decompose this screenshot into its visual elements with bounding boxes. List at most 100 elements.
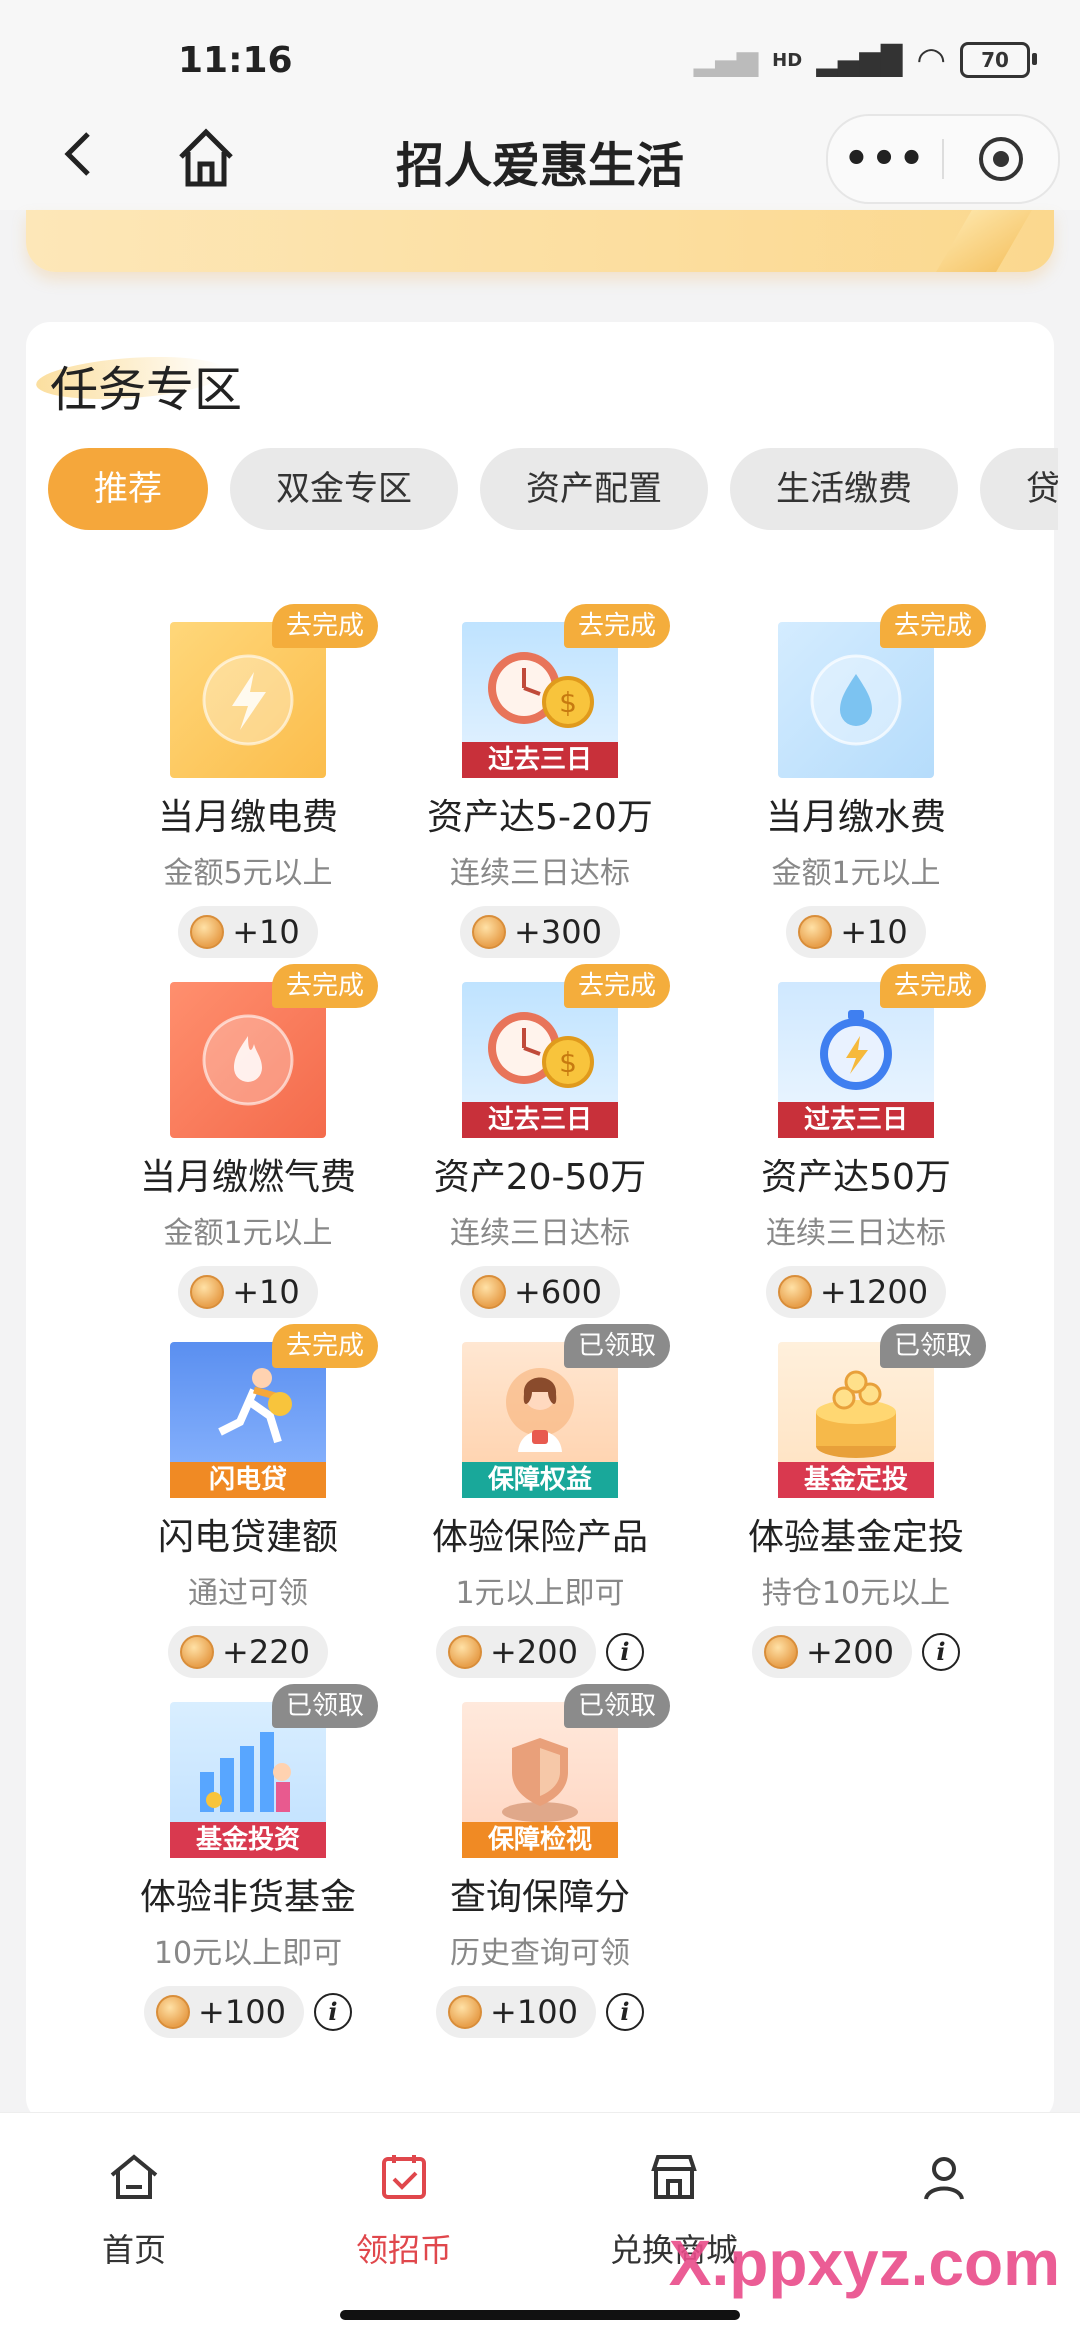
- task-ribbon: 基金定投: [778, 1462, 934, 1498]
- task-item[interactable]: 去完成 当月缴电费 金额5元以上 +10: [88, 604, 408, 958]
- info-icon[interactable]: i: [605, 1633, 644, 1671]
- info-icon[interactable]: i: [313, 1993, 352, 2031]
- task-thumbnail: $ 过去三日 去完成: [462, 964, 670, 1138]
- task-item[interactable]: 过去三日 去完成 资产达50万 连续三日达标 +1200: [696, 964, 1016, 1318]
- task-name: 体验非货基金: [139, 1877, 356, 1918]
- tabbar-coins-label: 领招币: [355, 2231, 452, 2269]
- task-condition: 持仓10元以上: [761, 1576, 951, 1611]
- task-item[interactable]: 去完成 当月缴燃气费 金额1元以上 +10: [88, 964, 408, 1318]
- task-name: 当月缴燃气费: [139, 1157, 356, 1198]
- promo-banner[interactable]: [26, 210, 1054, 272]
- reward-pill: +220: [168, 1626, 328, 1678]
- tabbar-home[interactable]: 首页: [34, 2149, 234, 2271]
- task-item[interactable]: 保障权益 已领取 体验保险产品 1元以上即可 +200 i: [380, 1324, 700, 1678]
- task-thumbnail: 保障检视 已领取: [462, 1684, 670, 1858]
- status-badge[interactable]: 去完成: [563, 964, 670, 1008]
- coin-icon: [190, 915, 225, 949]
- wifi-icon: ◠: [916, 40, 946, 80]
- tab-loan[interactable]: 贷款: [980, 448, 1058, 530]
- reward-amount: +100: [490, 1993, 578, 2031]
- section-title-text: 任务专区: [50, 362, 243, 418]
- battery-icon: 70: [960, 42, 1037, 78]
- tab-recommend[interactable]: 推荐: [48, 448, 208, 530]
- reward-pill: +200: [752, 1626, 912, 1678]
- task-item[interactable]: $ 过去三日 去完成 资产达5-20万 连续三日达标 +300: [380, 604, 700, 958]
- task-item[interactable]: 基金定投 已领取 体验基金定投 持仓10元以上 +200 i: [696, 1324, 1016, 1678]
- task-item[interactable]: 闪电贷 去完成 闪电贷建额 通过可领 +220: [88, 1324, 408, 1678]
- status-badge[interactable]: 已领取: [563, 1324, 670, 1368]
- status-bar: 11:16 ▂▄▆ HD ▂▄▆█ ◠ 70: [0, 0, 1080, 110]
- svg-text:$: $: [559, 1046, 577, 1079]
- reward-amount: +220: [222, 1633, 310, 1671]
- status-time: 11:16: [178, 40, 293, 81]
- reward: +300: [460, 906, 620, 958]
- reward-amount: +10: [232, 913, 300, 951]
- task-ribbon: 保障权益: [462, 1462, 618, 1498]
- task-ribbon: 闪电贷: [170, 1462, 326, 1498]
- task-name: 当月缴电费: [157, 797, 338, 838]
- info-icon[interactable]: i: [605, 1993, 644, 2031]
- status-badge[interactable]: 已领取: [879, 1324, 986, 1368]
- target-icon: [979, 137, 1023, 181]
- close-miniprogram-button[interactable]: [944, 137, 1058, 181]
- task-condition: 1元以上即可: [455, 1576, 625, 1611]
- tabbar-profile[interactable]: [844, 2149, 1044, 2225]
- tab-dual-gold[interactable]: 双金专区: [230, 448, 458, 530]
- status-badge[interactable]: 去完成: [879, 604, 986, 648]
- task-condition: 金额5元以上: [163, 856, 333, 891]
- coin-icon: [472, 1275, 507, 1309]
- reward-pill: +10: [786, 906, 926, 958]
- reward: +220: [168, 1626, 328, 1678]
- back-button[interactable]: [58, 124, 118, 194]
- task-item[interactable]: 去完成 当月缴水费 金额1元以上 +10: [696, 604, 1016, 958]
- task-ribbon: 保障检视: [462, 1822, 618, 1858]
- task-thumbnail: 去完成: [170, 964, 378, 1138]
- reward-amount: +200: [806, 1633, 894, 1671]
- task-item[interactable]: 保障检视 已领取 查询保障分 历史查询可领 +100 i: [380, 1684, 700, 2038]
- home-button[interactable]: [176, 122, 236, 192]
- status-badge[interactable]: 去完成: [563, 604, 670, 648]
- reward-amount: +300: [514, 913, 602, 951]
- reward-amount: +200: [490, 1633, 578, 1671]
- chevron-left-icon: [64, 132, 90, 176]
- coin-icon: [764, 1635, 799, 1669]
- task-name: 查询保障分: [449, 1877, 630, 1918]
- status-badge[interactable]: 去完成: [879, 964, 986, 1008]
- status-badge[interactable]: 去完成: [271, 604, 378, 648]
- task-thumbnail: 去完成: [778, 604, 986, 778]
- coin-icon: [156, 1995, 191, 2029]
- tab-utility-payment[interactable]: 生活缴费: [730, 448, 958, 530]
- status-badge[interactable]: 去完成: [271, 964, 378, 1008]
- tab-asset-allocation[interactable]: 资产配置: [480, 448, 708, 530]
- reward-pill: +300: [460, 906, 620, 958]
- status-badge[interactable]: 已领取: [563, 1684, 670, 1728]
- reward: +200 i: [752, 1626, 960, 1678]
- more-button[interactable]: •••: [828, 136, 942, 182]
- reward: +1200: [765, 1266, 947, 1318]
- coin-icon: [472, 915, 507, 949]
- task-condition: 连续三日达标: [766, 1216, 946, 1251]
- watermark: X.ppxyz.com: [668, 2227, 1060, 2299]
- status-badge[interactable]: 已领取: [271, 1684, 378, 1728]
- reward-pill: +10: [178, 1266, 318, 1318]
- task-item[interactable]: $ 过去三日 去完成 资产20-50万 连续三日达标 +600: [380, 964, 700, 1318]
- tabbar-coins[interactable]: 领招币: [304, 2149, 504, 2271]
- section-title: 任务专区: [34, 350, 243, 420]
- signal-icon: ▂▄▆: [693, 43, 759, 77]
- task-ribbon: 过去三日: [778, 1102, 934, 1138]
- task-name: 闪电贷建额: [157, 1517, 338, 1558]
- task-thumbnail: 去完成: [170, 604, 378, 778]
- status-badge[interactable]: 去完成: [271, 1324, 378, 1368]
- nav-bar: 招人爱惠生活 •••: [0, 110, 1080, 210]
- task-name: 资产达5-20万: [427, 797, 653, 838]
- task-ribbon: 过去三日: [462, 1102, 618, 1138]
- task-item[interactable]: 基金投资 已领取 体验非货基金 10元以上即可 +100 i: [88, 1684, 408, 2038]
- coin-icon: [180, 1635, 215, 1669]
- task-condition: 金额1元以上: [163, 1216, 333, 1251]
- task-condition: 金额1元以上: [771, 856, 941, 891]
- task-condition: 连续三日达标: [450, 1216, 630, 1251]
- tabbar-home-label: 首页: [101, 2231, 166, 2269]
- home-icon: [110, 2154, 158, 2199]
- info-icon[interactable]: i: [921, 1633, 960, 1671]
- task-thumbnail: 基金定投 已领取: [778, 1324, 986, 1498]
